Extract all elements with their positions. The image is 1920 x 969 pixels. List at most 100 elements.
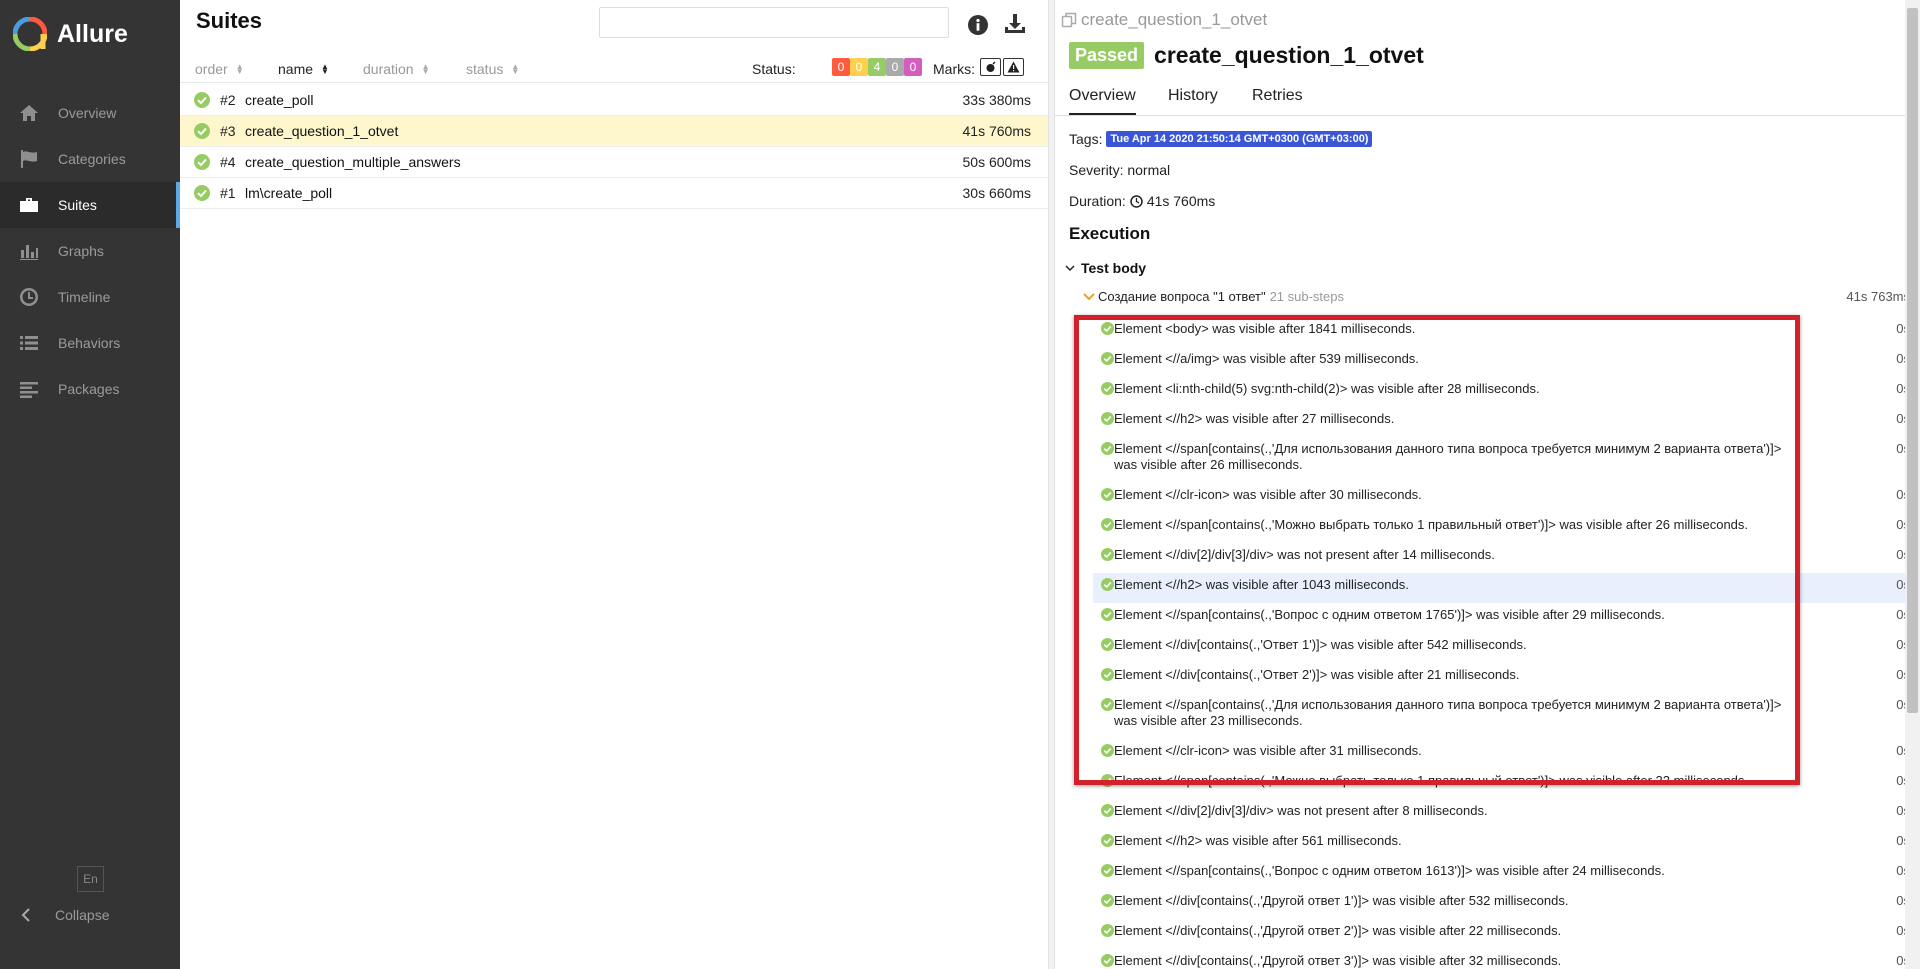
test-name: create_poll — [245, 92, 314, 108]
duration-label: Duration: — [1069, 193, 1126, 209]
brand-name: Allure — [57, 19, 128, 48]
sidebar-item-packages[interactable]: Packages — [0, 366, 180, 412]
test-body-label: Test body — [1081, 260, 1147, 276]
step-row[interactable]: Element <//span[contains(.,'Можно выбрат… — [1093, 513, 1910, 543]
step-text: Element <body> was visible after 1841 mi… — [1114, 321, 1416, 336]
status-count-badge[interactable]: 4 — [868, 58, 886, 76]
sidebar-item-overview[interactable]: Overview — [0, 90, 180, 136]
chevron-down-icon — [1065, 265, 1075, 272]
flaky-mark-toggle[interactable] — [980, 58, 1001, 76]
passed-check-icon — [1101, 578, 1114, 591]
sidebar-item-suites[interactable]: Suites — [0, 182, 180, 228]
step-group-duration: 41s 763ms — [1846, 289, 1910, 304]
language-button[interactable]: En — [77, 866, 104, 892]
status-count-badge[interactable]: 0 — [904, 58, 922, 76]
step-text: Element <//span[contains(.,'Для использо… — [1114, 441, 1782, 472]
sidebar-item-timeline[interactable]: Timeline — [0, 274, 180, 320]
new-failed-mark-toggle[interactable] — [1003, 58, 1024, 76]
passed-check-icon — [1101, 638, 1114, 651]
breadcrumb[interactable]: create_question_1_otvet — [1061, 10, 1267, 30]
step-row[interactable]: Element <//div[2]/div[3]/div> was not pr… — [1093, 799, 1910, 829]
step-row[interactable]: Element <//span[contains(.,'Вопрос с одн… — [1093, 859, 1910, 889]
step-row[interactable]: Element <//div[contains(.,'Другой ответ … — [1093, 949, 1910, 969]
step-row[interactable]: Element <//div[contains(.,'Ответ 1')]> w… — [1093, 633, 1910, 663]
sort-status[interactable]: status ▲ ▼ — [466, 61, 519, 77]
test-duration: 33s 380ms — [962, 92, 1031, 108]
step-row[interactable]: Element <body> was visible after 1841 mi… — [1093, 317, 1910, 347]
align-left-icon — [18, 378, 40, 400]
status-count-badge[interactable]: 0 — [886, 58, 904, 76]
sidebar-item-categories[interactable]: Categories — [0, 136, 180, 182]
passed-check-icon — [194, 154, 210, 170]
info-icon[interactable] — [967, 14, 989, 36]
step-text: Element <//span[contains(.,'Вопрос с одн… — [1114, 607, 1665, 622]
step-row[interactable]: Element <//div[contains(.,'Другой ответ … — [1093, 889, 1910, 919]
step-row[interactable]: Element <//h2> was visible after 561 mil… — [1093, 829, 1910, 859]
test-result-row[interactable]: #1 lm\create_poll 30s 660ms — [180, 178, 1048, 209]
step-group[interactable]: Создание вопроса "1 ответ" 21 sub-steps … — [1083, 289, 1910, 304]
test-name: lm\create_poll — [245, 185, 333, 201]
step-row[interactable]: Element <//clr-icon> was visible after 3… — [1093, 739, 1910, 769]
collapse-button[interactable]: Collapse — [20, 905, 109, 925]
sidebar-item-label: Timeline — [58, 289, 111, 305]
sidebar-item-label: Behaviors — [58, 335, 121, 351]
sort-name[interactable]: name ▲ ▼ — [278, 61, 329, 77]
status-badge: Passed — [1069, 42, 1145, 69]
step-text: Element <//clr-icon> was visible after 3… — [1114, 487, 1422, 502]
sidebar-item-label: Overview — [58, 105, 117, 121]
tab-retries[interactable]: Retries — [1252, 87, 1303, 113]
step-group-name: Создание вопроса "1 ответ" — [1098, 289, 1266, 304]
test-result-row[interactable]: #3 create_question_1_otvet 41s 760ms — [180, 116, 1048, 147]
step-text: Element <//span[contains(.,'Можно выбрат… — [1114, 517, 1749, 532]
step-row[interactable]: Element <//clr-icon> was visible after 3… — [1093, 483, 1910, 513]
tab-overview[interactable]: Overview — [1069, 87, 1136, 115]
step-row[interactable]: Element <//span[contains(.,'Вопрос с одн… — [1093, 603, 1910, 633]
step-row[interactable]: Element <//span[contains(.,'Для использо… — [1093, 437, 1910, 483]
sort-arrows-icon: ▲ ▼ — [421, 62, 430, 76]
sort-duration[interactable]: duration ▲ ▼ — [363, 61, 430, 77]
step-row[interactable]: Element <li:nth-child(5) svg:nth-child(2… — [1093, 377, 1910, 407]
passed-check-icon — [1101, 548, 1114, 561]
sidebar-nav: Overview Categories Suites Graphs Timeline Be… — [0, 90, 180, 412]
detail-tabs: Overview History Retries — [1055, 81, 1910, 116]
sidebar-item-behaviors[interactable]: Behaviors — [0, 320, 180, 366]
tab-history[interactable]: History — [1168, 87, 1218, 113]
step-row[interactable]: Element <//div[contains(.,'Другой ответ … — [1093, 919, 1910, 949]
step-row[interactable]: Element <//div[2]/div[3]/div> was not pr… — [1093, 543, 1910, 573]
download-icon[interactable] — [1003, 12, 1027, 36]
warning-icon — [1007, 61, 1020, 73]
tags-label: Tags: — [1069, 131, 1103, 147]
passed-check-icon — [1101, 352, 1114, 365]
tag-chip: Tue Apr 14 2020 21:50:14 GMT+0300 (GMT+0… — [1106, 131, 1373, 147]
test-title: create_question_1_otvet — [1154, 42, 1424, 68]
step-row[interactable]: Element <//span[contains(.,'Можно выбрат… — [1093, 769, 1910, 799]
step-row[interactable]: Element <//h2> was visible after 27 mill… — [1093, 407, 1910, 437]
sort-arrows-icon: ▲ ▼ — [235, 62, 244, 76]
step-text: Element <//a/img> was visible after 539 … — [1114, 351, 1419, 366]
test-result-row[interactable]: #4 create_question_multiple_answers 50s … — [180, 147, 1048, 178]
step-row[interactable]: Element <//div[contains(.,'Ответ 2')]> w… — [1093, 663, 1910, 693]
step-text: Element <//div[contains(.,'Другой ответ … — [1114, 893, 1569, 908]
status-count-badge[interactable]: 0 — [832, 58, 850, 76]
test-duration: 41s 760ms — [962, 123, 1031, 139]
status-count-badge[interactable]: 0 — [850, 58, 868, 76]
step-text: Element <li:nth-child(5) svg:nth-child(2… — [1114, 381, 1540, 396]
detail-scrollbar[interactable] — [1905, 0, 1920, 969]
step-row[interactable]: Element <//a/img> was visible after 539 … — [1093, 347, 1910, 377]
sidebar: Allure Overview Categories Suites Graphs Tim… — [0, 0, 180, 969]
step-row[interactable]: Element <//span[contains(.,'Для использо… — [1093, 693, 1910, 739]
passed-check-icon — [1101, 668, 1114, 681]
step-row[interactable]: Element <//h2> was visible after 1043 mi… — [1093, 573, 1910, 603]
sort-arrows-icon: ▲ ▼ — [321, 62, 329, 76]
brand[interactable]: Allure — [0, 0, 180, 68]
sort-status-label: status — [466, 61, 504, 77]
scrollbar-thumb[interactable] — [1907, 8, 1918, 713]
pane-splitter[interactable] — [1048, 0, 1055, 969]
test-result-row[interactable]: #2 create_poll 33s 380ms — [180, 85, 1048, 116]
sort-order[interactable]: order ▲ ▼ — [195, 61, 244, 77]
sidebar-item-graphs[interactable]: Graphs — [0, 228, 180, 274]
test-duration: 50s 600ms — [962, 154, 1031, 170]
chevron-down-icon — [1083, 292, 1095, 300]
test-body-toggle[interactable]: Test body — [1065, 260, 1146, 276]
search-input[interactable] — [599, 7, 949, 38]
